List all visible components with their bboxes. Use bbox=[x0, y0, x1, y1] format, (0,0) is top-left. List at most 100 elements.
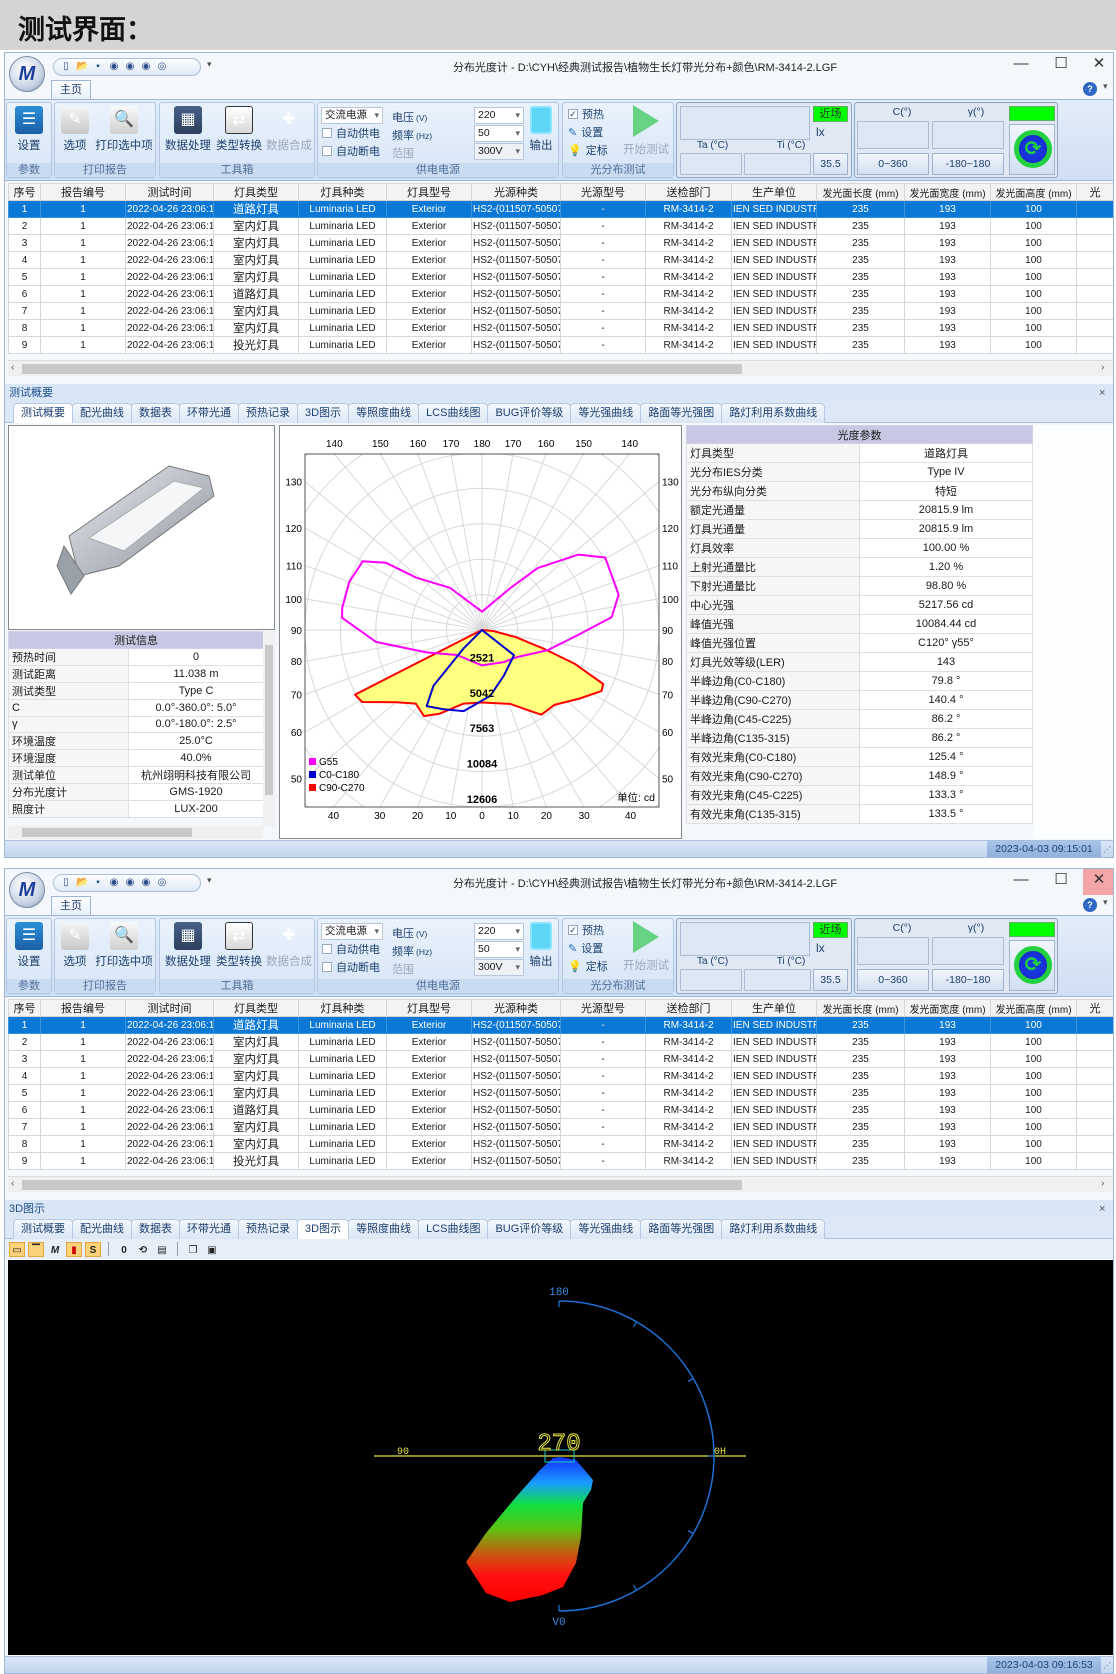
data-synthesis-button[interactable]: ✚ 数据合成 bbox=[264, 106, 314, 153]
table-row[interactable]: 8 1 2022-04-26 23:06:13 室内灯具 Luminaria LED Ex… bbox=[8, 319, 1113, 337]
zoom-fit-icon[interactable]: ◉ bbox=[140, 61, 152, 73]
tab-1[interactable]: 测试概要 bbox=[13, 403, 73, 423]
m-icon[interactable]: M bbox=[47, 1242, 63, 1257]
column-header[interactable]: 送检部门 bbox=[645, 999, 732, 1017]
column-header[interactable]: 灯具种类 bbox=[298, 183, 387, 201]
tab-12[interactable]: 路灯利用系数曲线 bbox=[721, 403, 826, 423]
power-source-select[interactable]: 交流电源 bbox=[321, 923, 383, 940]
range-select[interactable]: 300V bbox=[474, 143, 524, 160]
scroll-right-icon[interactable]: › bbox=[1101, 362, 1111, 376]
tab-9[interactable]: BUG评价等级 bbox=[487, 403, 572, 423]
type-conversion-button[interactable]: ⇄ 类型转换 bbox=[214, 922, 264, 969]
close-button[interactable]: ✕ bbox=[1083, 53, 1113, 79]
scroll-left-icon[interactable]: ‹ bbox=[11, 362, 21, 376]
data-processing-button[interactable]: ▦ 数据处理 bbox=[162, 922, 214, 969]
table-row[interactable]: 5 1 2022-04-26 23:06:13 室内灯具 Luminaria LED Ex… bbox=[8, 1084, 1113, 1102]
column-header[interactable]: 生产单位 bbox=[731, 183, 817, 201]
output-button[interactable]: 输出 bbox=[526, 922, 556, 969]
s-icon[interactable]: S bbox=[85, 1241, 101, 1257]
app-logo-button[interactable]: M bbox=[9, 872, 45, 908]
frequency-select[interactable]: 50 bbox=[474, 125, 524, 142]
tab-5[interactable]: 预热记录 bbox=[238, 1219, 298, 1239]
start-test-button[interactable]: 开始测试 bbox=[619, 105, 673, 157]
table-row[interactable]: 6 1 2022-04-26 23:06:13 道路灯具 Luminaria LED Ex… bbox=[8, 285, 1113, 303]
save-icon[interactable]: ▣ bbox=[204, 1242, 220, 1257]
print-selected-button[interactable]: 🔍 打印选中项 bbox=[93, 106, 155, 153]
table-row[interactable]: 8 1 2022-04-26 23:06:13 室内灯具 Luminaria LED Ex… bbox=[8, 1135, 1113, 1153]
column-header[interactable]: 发光面高度 (mm) bbox=[990, 183, 1077, 201]
tab-11[interactable]: 路面等光强图 bbox=[640, 1219, 723, 1239]
tab-1[interactable]: 测试概要 bbox=[13, 1219, 73, 1239]
tab-home[interactable]: 主页 bbox=[51, 896, 91, 916]
app-logo-button[interactable]: M bbox=[9, 56, 45, 92]
new-file-icon[interactable]: ▯ bbox=[60, 877, 72, 889]
qat-dropdown-icon[interactable]: ▾ bbox=[207, 875, 217, 887]
test-info-horizontal-scrollbar[interactable] bbox=[8, 826, 263, 839]
zoom-fit-icon[interactable]: ◉ bbox=[140, 877, 152, 889]
view3d-canvas[interactable]: 180 V0 0H 90 270 bbox=[8, 1260, 1113, 1655]
column-header[interactable]: 光源型号 bbox=[560, 999, 646, 1017]
column-header[interactable]: 光 bbox=[1076, 999, 1113, 1017]
table-row[interactable]: 7 1 2022-04-26 23:06:13 室内灯具 Luminaria LED Ex… bbox=[8, 302, 1113, 320]
type-conversion-button[interactable]: ⇄ 类型转换 bbox=[214, 106, 264, 153]
table-row[interactable]: 2 1 2022-04-26 23:06:13 室内灯具 Luminaria LED Ex… bbox=[8, 1033, 1113, 1051]
box-icon[interactable]: ▭ bbox=[9, 1241, 25, 1257]
column-header[interactable]: 序号 bbox=[8, 999, 41, 1017]
zoom-in-icon[interactable]: ◉ bbox=[108, 61, 120, 73]
column-header[interactable]: 发光面高度 (mm) bbox=[990, 999, 1077, 1017]
panel-close-icon[interactable]: × bbox=[1099, 1200, 1111, 1218]
tab-8[interactable]: LCS曲线图 bbox=[418, 403, 489, 423]
help-button[interactable]: ? bbox=[1083, 82, 1097, 96]
gamma-range-button[interactable]: -180~180 bbox=[932, 153, 1004, 175]
scrollbar-thumb[interactable] bbox=[22, 828, 192, 837]
table-row[interactable]: 9 1 2022-04-26 23:06:13 投光灯具 Luminaria LED Ex… bbox=[8, 1152, 1113, 1170]
setup-button[interactable]: ✎ 设置 bbox=[568, 124, 603, 140]
column-header[interactable]: 报告编号 bbox=[40, 183, 126, 201]
data-synthesis-button[interactable]: ✚ 数据合成 bbox=[264, 922, 314, 969]
rotate-icon[interactable]: ⟲ bbox=[135, 1242, 151, 1257]
tab-3[interactable]: 数据表 bbox=[131, 1219, 180, 1239]
table-row[interactable]: 7 1 2022-04-26 23:06:13 室内灯具 Luminaria LED Ex… bbox=[8, 1118, 1113, 1136]
gamma-range-button[interactable]: -180~180 bbox=[932, 969, 1004, 991]
minimize-button[interactable]: — bbox=[1005, 869, 1037, 895]
tab-10[interactable]: 等光强曲线 bbox=[570, 1219, 642, 1239]
table-row[interactable]: 3 1 2022-04-26 23:06:13 室内灯具 Luminaria LED Ex… bbox=[8, 1050, 1113, 1068]
scrollbar-thumb[interactable] bbox=[22, 1180, 742, 1190]
column-header[interactable]: 生产单位 bbox=[731, 999, 817, 1017]
maximize-button[interactable]: ☐ bbox=[1045, 53, 1077, 79]
table-row[interactable]: 2 1 2022-04-26 23:06:13 室内灯具 Luminaria LED Ex… bbox=[8, 217, 1113, 235]
scroll-left-icon[interactable]: ‹ bbox=[11, 1178, 21, 1192]
auto-power-off-checkbox[interactable]: 自动断电 bbox=[322, 143, 380, 159]
table-row[interactable]: 3 1 2022-04-26 23:06:13 室内灯具 Luminaria LED Ex… bbox=[8, 234, 1113, 252]
column-header[interactable]: 灯具型号 bbox=[386, 999, 472, 1017]
power-source-select[interactable]: 交流电源 bbox=[321, 107, 383, 124]
panel-close-icon[interactable]: × bbox=[1099, 384, 1111, 402]
frequency-select[interactable]: 50 bbox=[474, 941, 524, 958]
tab-3[interactable]: 数据表 bbox=[131, 403, 180, 423]
horizontal-scrollbar[interactable]: ‹ › bbox=[8, 360, 1113, 376]
voltage-select[interactable]: 220 bbox=[474, 107, 524, 124]
options-button[interactable]: ✎ 选项 bbox=[59, 922, 91, 969]
tab-7[interactable]: 等照度曲线 bbox=[348, 403, 420, 423]
preheat-checkbox[interactable]: ✓ 预热 bbox=[568, 106, 604, 122]
calibrate-button[interactable]: 💡 定标 bbox=[568, 142, 608, 158]
column-header[interactable]: 灯具种类 bbox=[298, 999, 387, 1017]
tab-8[interactable]: LCS曲线图 bbox=[418, 1219, 489, 1239]
print-selected-button[interactable]: 🔍 打印选中项 bbox=[93, 922, 155, 969]
column-header[interactable]: 发光面宽度 (mm) bbox=[904, 183, 991, 201]
help-icon[interactable]: ◎ bbox=[156, 61, 168, 73]
grid-icon[interactable]: ▤ bbox=[154, 1242, 170, 1257]
auto-power-on-checkbox[interactable]: 自动供电 bbox=[322, 125, 380, 141]
horizontal-scrollbar[interactable]: ‹ › bbox=[8, 1176, 1113, 1192]
column-header[interactable]: 灯具型号 bbox=[386, 183, 472, 201]
column-header[interactable]: 送检部门 bbox=[645, 183, 732, 201]
column-header[interactable]: 测试时间 bbox=[125, 999, 214, 1017]
settings-button[interactable]: ☰ 设置 bbox=[9, 922, 49, 969]
auto-power-on-checkbox[interactable]: 自动供电 bbox=[322, 941, 380, 957]
column-header[interactable]: 发光面长度 (mm) bbox=[816, 999, 905, 1017]
tab-10[interactable]: 等光强曲线 bbox=[570, 403, 642, 423]
output-button[interactable]: 输出 bbox=[526, 106, 556, 153]
minimize-button[interactable]: — bbox=[1005, 53, 1037, 79]
table-row[interactable]: 5 1 2022-04-26 23:06:13 室内灯具 Luminaria LED Ex… bbox=[8, 268, 1113, 286]
ruler-icon[interactable]: ▔ bbox=[28, 1241, 44, 1257]
